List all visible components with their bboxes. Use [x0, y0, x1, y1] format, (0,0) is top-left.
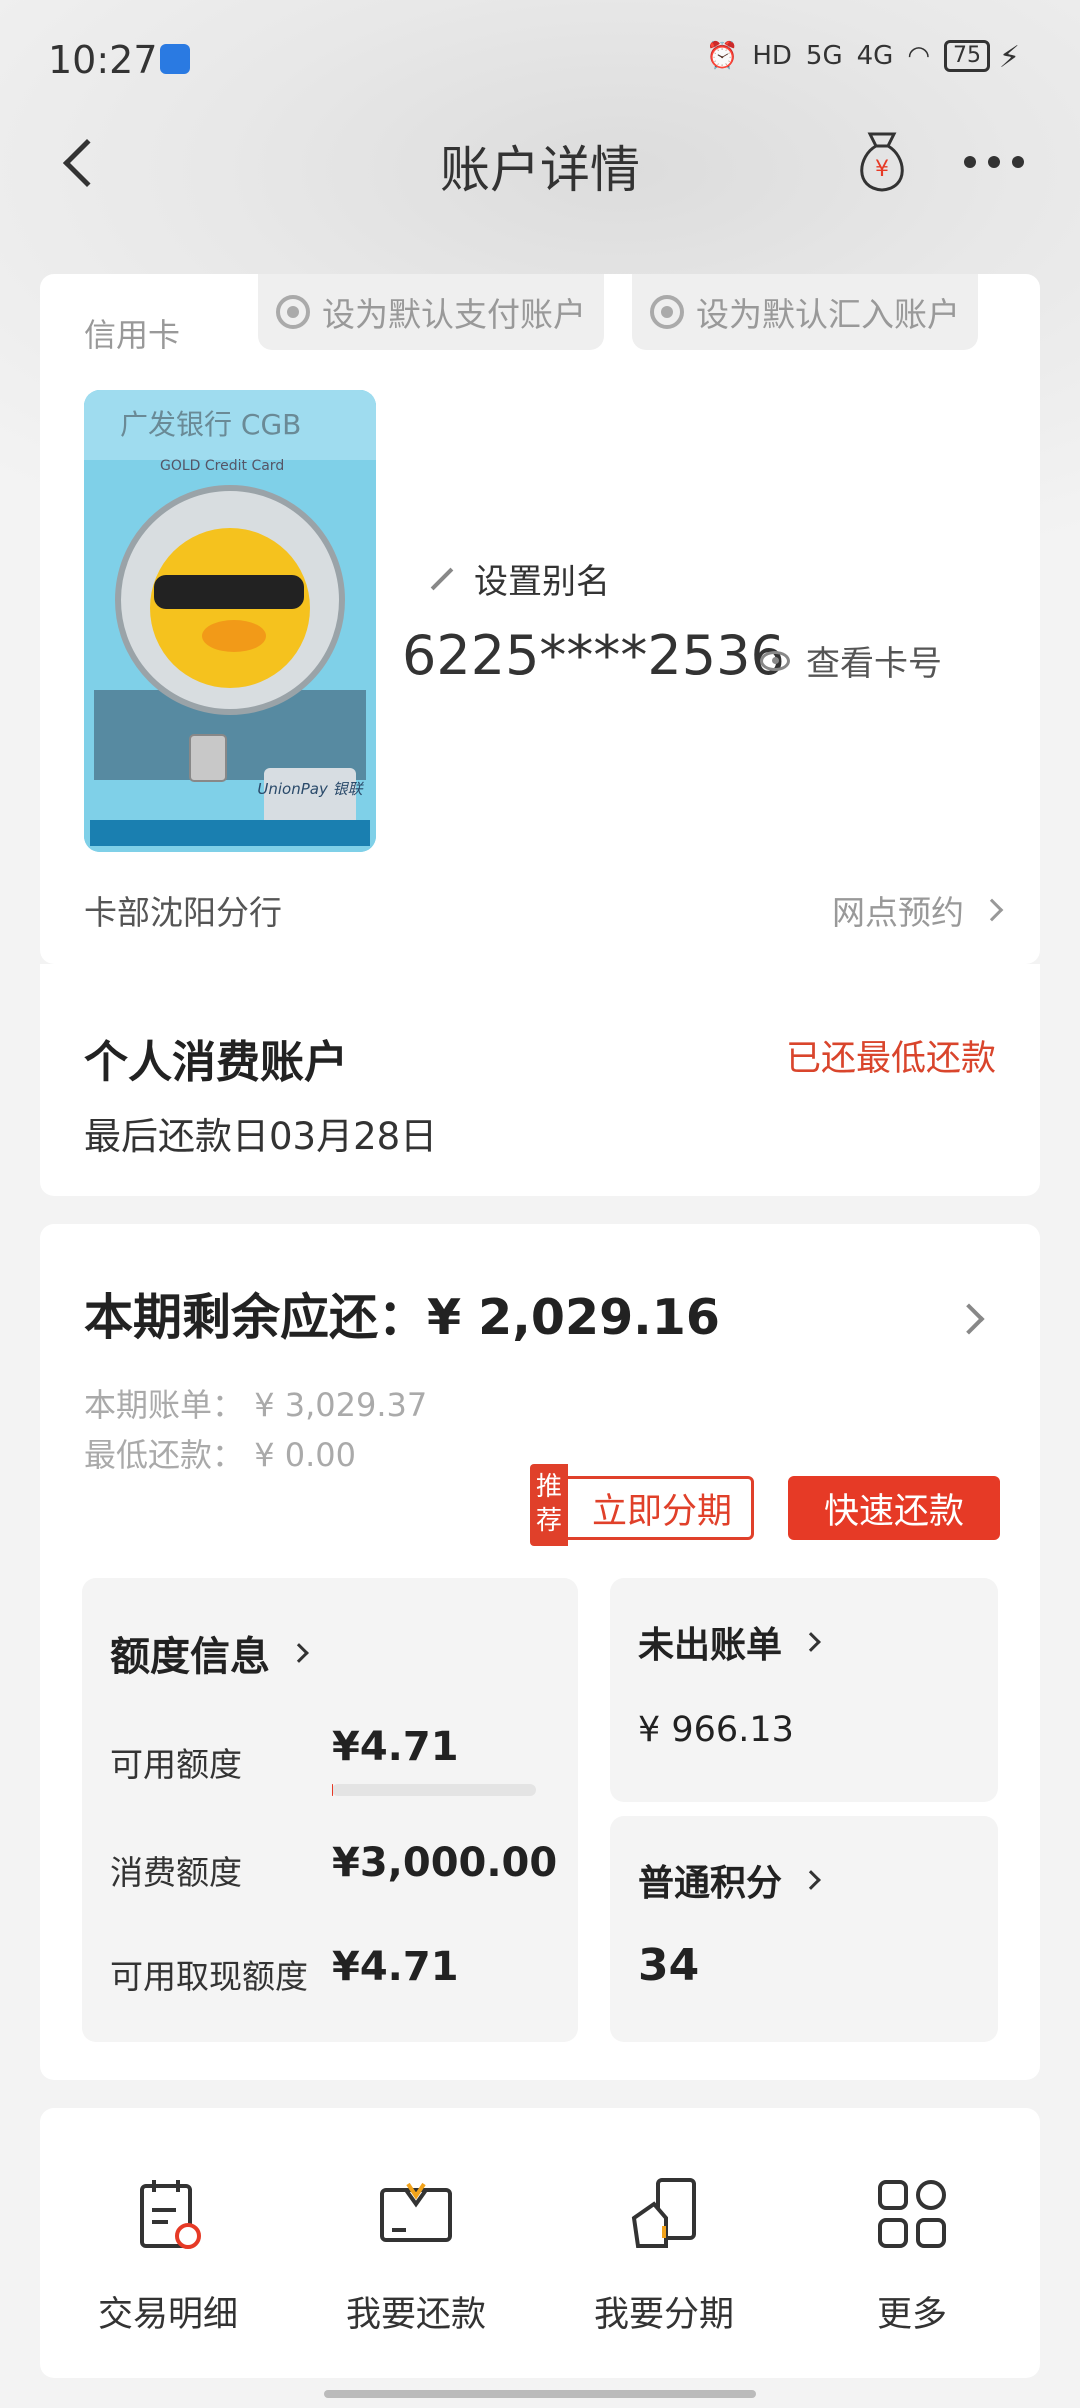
branch-appointment-link[interactable]: 网点预约 — [832, 886, 1004, 934]
notification-app-icon — [160, 44, 190, 74]
eye-icon — [760, 650, 790, 671]
set-default-pay-label: 设为默认支付账户 — [322, 295, 586, 334]
shortcut-label: 我要还款 — [345, 2295, 486, 2335]
statement-summary: 本期账单： ¥ 3,029.37 最低还款： ¥ 0.00 — [84, 1380, 427, 1480]
appointment-label: 网点预约 — [832, 893, 964, 932]
credit-card-image: 广发银行 CGB GOLD Credit Card UnionPay 银联 — [84, 390, 376, 852]
set-default-receive-label: 设为默认汇入账户 — [696, 295, 960, 334]
network-5g-label: 5G — [805, 41, 843, 71]
chevron-right-icon — [801, 1870, 821, 1890]
repayment-status: 已还最低还款 — [785, 1039, 996, 1079]
points-link[interactable]: 普通积分 — [638, 1854, 821, 1906]
view-card-number-label: 查看卡号 — [806, 644, 942, 684]
battery-indicator: 75 — [944, 40, 990, 72]
unbilled-title: 未出账单 — [638, 1625, 783, 1666]
shortcut-label: 我要分期 — [593, 2295, 734, 2335]
repay-shortcut[interactable]: 我要还款 — [316, 2174, 516, 2337]
statement-label: 本期账单： — [84, 1386, 245, 1424]
set-default-receive-button[interactable]: 设为默认汇入账户 — [632, 274, 978, 350]
shortcut-bar: 交易明细 我要还款 我要分期 更多 — [40, 2108, 1040, 2378]
available-limit-value: ¥4.71 — [332, 1724, 459, 1770]
consumption-limit-value: ¥3,000.00 — [332, 1840, 558, 1886]
remaining-due[interactable]: 本期剩余应还：¥ 2,029.16 — [84, 1278, 720, 1349]
transaction-details-shortcut[interactable]: 交易明细 — [68, 2174, 268, 2337]
available-limit-label: 可用额度 — [110, 1745, 242, 1784]
chevron-right-icon — [980, 898, 1004, 922]
account-name: 个人消费账户 — [84, 1037, 348, 1088]
page-title: 账户详情 — [440, 141, 640, 199]
installment-card-icon — [631, 2178, 696, 2248]
more-options-button[interactable] — [964, 156, 1024, 168]
grid-more-icon — [878, 2180, 946, 2248]
installment-shortcut[interactable]: 我要分期 — [564, 2174, 764, 2337]
available-limit-bar — [332, 1784, 536, 1796]
remaining-amount: ¥ 2,029.16 — [427, 1289, 720, 1346]
alarm-icon: ⏰ — [705, 41, 739, 71]
cash-limit-label: 可用取现额度 — [110, 1957, 308, 1996]
card-number: 6225****2536 — [402, 624, 785, 687]
set-alias-label: 设置别名 — [474, 562, 610, 602]
status-icons: ⏰ HD 5G 4G ◠ 75 — [706, 40, 990, 72]
charging-icon: ⚡ — [998, 40, 1020, 75]
transaction-list-icon — [140, 2180, 201, 2249]
statement-amount: ¥ 3,029.37 — [254, 1386, 428, 1424]
set-default-pay-button[interactable]: 设为默认支付账户 — [258, 274, 604, 350]
repay-envelope-icon — [380, 2182, 452, 2242]
card-brand-text: 广发银行 CGB — [120, 408, 301, 441]
card-artwork: 广发银行 CGB GOLD Credit Card UnionPay 银联 — [84, 390, 376, 852]
shortcut-label: 更多 — [876, 2295, 947, 2335]
status-time: 10:27 — [48, 38, 158, 82]
gear-icon — [650, 295, 684, 329]
card-info-panel: 信用卡 设为默认支付账户 设为默认汇入账户 广发银行 CGB GOLD Cred… — [40, 274, 1040, 964]
gear-icon — [276, 295, 310, 329]
branch-name: 卡部沈阳分行 — [84, 893, 282, 932]
recommend-tag-text: 推荐 — [535, 1472, 562, 1536]
wifi-icon: ◠ — [907, 41, 930, 71]
quick-pay-button[interactable]: 快速还款 — [788, 1476, 1000, 1540]
points-title: 普通积分 — [638, 1863, 783, 1904]
shortcut-label: 交易明细 — [97, 2295, 238, 2335]
recommend-tag: 推荐 — [530, 1464, 568, 1546]
due-date: 最后还款日03月28日 — [84, 1115, 438, 1158]
chevron-right-icon — [289, 1643, 309, 1663]
pencil-icon — [430, 567, 454, 590]
points-panel[interactable]: 普通积分 34 — [610, 1816, 998, 2042]
set-alias-button[interactable]: 设置别名 — [428, 554, 610, 603]
limit-info-title: 额度信息 — [110, 1634, 270, 1680]
consumption-limit-label: 消费额度 — [110, 1853, 242, 1892]
chevron-right-icon[interactable] — [953, 1303, 985, 1335]
unbilled-link[interactable]: 未出账单 — [638, 1616, 821, 1668]
limit-info-link[interactable]: 额度信息 — [110, 1624, 309, 1682]
limit-info-panel: 额度信息 可用额度 ¥4.71 消费额度 ¥3,000.00 可用取现额度 ¥4… — [82, 1578, 578, 2042]
account-panel: 个人消费账户 已还最低还款 最后还款日03月28日 — [40, 964, 1040, 1196]
cash-limit-value: ¥4.71 — [332, 1944, 459, 1990]
points-value: 34 — [638, 1940, 700, 1991]
unbilled-panel[interactable]: 未出账单 ¥ 966.13 — [610, 1578, 998, 1802]
min-payment-label: 最低还款： — [84, 1436, 245, 1474]
unbilled-amount: ¥ 966.13 — [638, 1710, 794, 1750]
bill-panel: 本期剩余应还：¥ 2,029.16 本期账单： ¥ 3,029.37 最低还款：… — [40, 1224, 1040, 2080]
status-bar: 10:27 ⏰ HD 5G 4G ◠ 75 ⚡ — [0, 0, 1080, 120]
chevron-right-icon — [801, 1632, 821, 1652]
min-payment-amount: ¥ 0.00 — [254, 1436, 356, 1474]
more-shortcut[interactable]: 更多 — [812, 2174, 1012, 2337]
remaining-label: 本期剩余应还： — [84, 1289, 428, 1346]
money-bag-icon[interactable]: ¥ — [850, 126, 914, 196]
home-indicator[interactable] — [324, 2390, 756, 2398]
card-network-text: UnionPay 银联 — [257, 780, 364, 798]
hd-icon: HD — [752, 41, 792, 71]
svg-text:¥: ¥ — [875, 157, 889, 182]
card-sub-text: GOLD Credit Card — [160, 458, 284, 474]
card-type-label: 信用卡 — [84, 316, 181, 354]
view-card-number-button[interactable]: 查看卡号 — [760, 636, 942, 685]
network-4g-label: 4G — [856, 41, 894, 71]
